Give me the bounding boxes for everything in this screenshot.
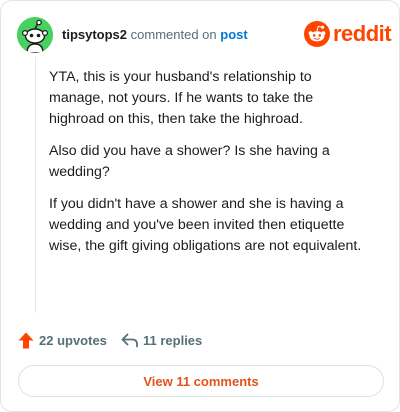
reply-arrow-icon[interactable] [121,333,138,348]
upvote-count[interactable]: 22 upvotes [39,333,107,348]
comment-paragraph: If you didn't have a shower and she is h… [49,196,362,254]
thread-line [35,57,36,313]
view-comments-button[interactable]: View 11 comments [18,365,384,397]
reddit-brand[interactable]: reddit [304,20,392,50]
comment-header: tipsytops2 commented on post reddit [17,17,392,53]
snoo-avatar-icon [17,17,53,53]
user-avatar[interactable] [17,17,53,53]
comment-actions: 22 upvotes 11 replies [18,331,383,351]
comment-verb: commented on [130,27,217,42]
reply-count[interactable]: 11 replies [143,333,202,348]
comment-meta: tipsytops2 commented on post [62,27,248,43]
post-link[interactable]: post [220,27,247,42]
reddit-wordmark: reddit [333,21,392,46]
comment-body: YTA, this is your husband's relationship… [49,67,365,268]
reddit-logo-icon [304,21,330,47]
username-link[interactable]: tipsytops2 [62,27,127,42]
upvote-arrow-icon[interactable] [18,332,34,349]
comment-paragraph: Also did you have a shower? Is she havin… [49,143,330,180]
comment-paragraph: YTA, this is your husband's relationship… [49,69,314,127]
comment-card: tipsytops2 commented on post reddit YTA,… [0,0,400,412]
